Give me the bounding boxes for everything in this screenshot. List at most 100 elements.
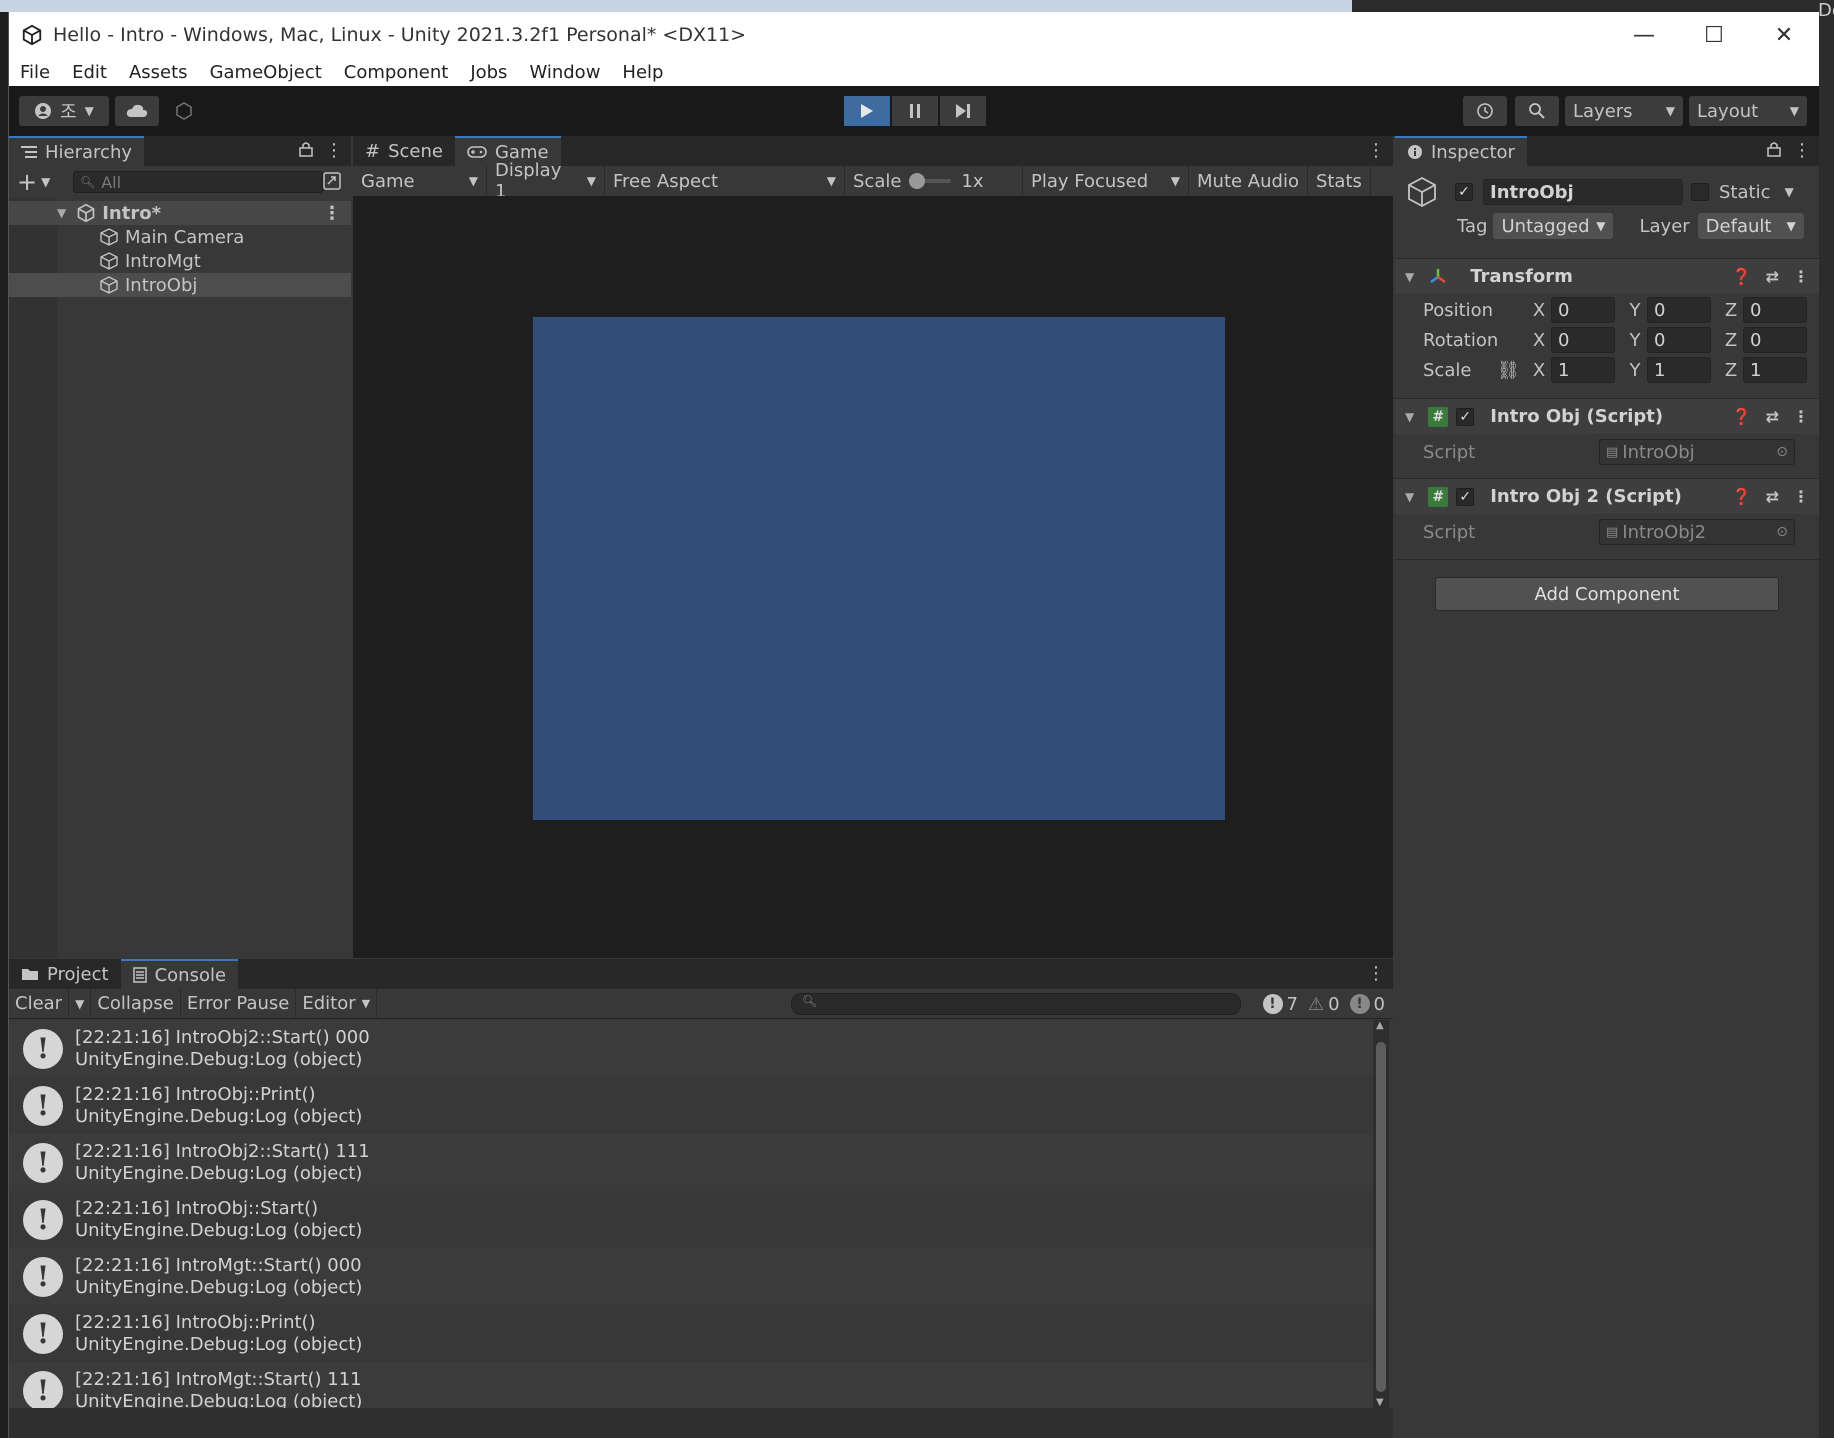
console-search-input[interactable]: 🔍︎	[791, 993, 1241, 1015]
tree-row-intromgt[interactable]: IntroMgt	[9, 249, 351, 273]
tree-row-main-camera[interactable]: Main Camera	[9, 225, 351, 249]
component-enabled-checkbox[interactable]: ✓	[1456, 487, 1475, 506]
component-enabled-checkbox[interactable]: ✓	[1456, 407, 1475, 426]
collab-button[interactable]	[167, 96, 201, 126]
rotation-y-field[interactable]: 0	[1647, 327, 1711, 353]
aspect-dropdown[interactable]: Free Aspect ▼	[605, 166, 845, 196]
game-mode-dropdown[interactable]: Game ▼	[353, 166, 487, 196]
object-picker-icon[interactable]: ⊙	[1776, 444, 1788, 460]
add-object-button[interactable]: +	[17, 168, 37, 196]
search-button[interactable]	[1515, 96, 1559, 126]
layer-dropdown[interactable]: Default ▼	[1697, 213, 1804, 239]
console-scrollbar[interactable]: ▲ ▼	[1373, 1020, 1389, 1408]
maximize-button[interactable]: ☐	[1679, 12, 1749, 58]
tree-row-introobj[interactable]: IntroObj	[9, 273, 351, 297]
tab-inspector[interactable]: Inspector	[1395, 136, 1527, 166]
scale-slider-handle[interactable]	[909, 173, 926, 189]
stats-toggle[interactable]: Stats	[1308, 166, 1371, 196]
intro-obj-script-header[interactable]: ▼ # ✓ Intro Obj (Script) ❓ ⇄ ⋮	[1395, 398, 1819, 434]
layers-dropdown[interactable]: Layers ▼	[1565, 96, 1683, 126]
help-icon[interactable]: ❓	[1732, 487, 1752, 506]
kebab-menu-icon[interactable]: ⋮	[1367, 963, 1385, 984]
foldout-arrow-icon[interactable]: ▼	[1405, 490, 1414, 504]
presets-icon[interactable]: ⇄	[1766, 407, 1779, 426]
lock-icon[interactable]	[299, 141, 313, 157]
play-focused-dropdown[interactable]: Play Focused ▼	[1023, 166, 1189, 196]
layout-dropdown[interactable]: Layout ▼	[1689, 96, 1807, 126]
menu-file[interactable]: File	[9, 62, 61, 83]
log-entry[interactable]: ! [22:21:16] IntroMgt::Start() 000 UnityE…	[9, 1248, 1373, 1305]
kebab-menu-icon[interactable]: ⋮	[1793, 487, 1809, 506]
close-button[interactable]: ✕	[1749, 12, 1819, 58]
help-icon[interactable]: ❓	[1732, 267, 1752, 286]
pause-button[interactable]	[892, 96, 938, 126]
kebab-menu-icon[interactable]: ⋮	[1793, 140, 1811, 161]
log-entry[interactable]: ! [22:21:16] IntroObj2::Start() 000 Unity…	[9, 1020, 1373, 1077]
foldout-arrow-icon[interactable]: ▼	[1405, 270, 1414, 284]
scroll-down-icon[interactable]: ▼	[1376, 1397, 1384, 1408]
kebab-menu-icon[interactable]: ⋮	[1793, 407, 1809, 426]
menu-jobs[interactable]: Jobs	[459, 62, 518, 83]
rotation-x-field[interactable]: 0	[1551, 327, 1615, 353]
menu-help[interactable]: Help	[611, 62, 674, 83]
menu-gameobject[interactable]: GameObject	[199, 62, 333, 83]
account-dropdown[interactable]: 조 ▼	[19, 96, 109, 126]
rotation-z-field[interactable]: 0	[1743, 327, 1807, 353]
menu-window[interactable]: Window	[518, 62, 611, 83]
presets-icon[interactable]: ⇄	[1766, 267, 1779, 286]
tab-project[interactable]: Project	[9, 959, 121, 989]
add-component-button[interactable]: Add Component	[1435, 577, 1779, 611]
step-button[interactable]	[940, 96, 986, 126]
kebab-menu-icon[interactable]: ⋮	[323, 203, 341, 224]
foldout-arrow-icon[interactable]: ▼	[57, 206, 66, 220]
scale-x-field[interactable]: 1	[1551, 357, 1615, 383]
object-picker-icon[interactable]: ⊙	[1776, 524, 1788, 540]
minimize-button[interactable]: —	[1609, 12, 1679, 58]
tree-row-scene[interactable]: ▼ Intro* ⋮	[9, 201, 351, 225]
hierarchy-search-input[interactable]: 🔍︎ All	[73, 171, 323, 193]
chevron-down-icon[interactable]: ▼	[1784, 185, 1793, 199]
scrollbar-thumb[interactable]	[1376, 1042, 1386, 1392]
static-checkbox[interactable]	[1691, 183, 1709, 201]
scroll-up-icon[interactable]: ▲	[1376, 1020, 1384, 1031]
position-z-field[interactable]: 0	[1743, 297, 1807, 323]
kebab-menu-icon[interactable]: ⋮	[1367, 140, 1385, 161]
editor-dropdown[interactable]: Editor ▼	[296, 988, 378, 1019]
scale-slider[interactable]	[909, 173, 952, 189]
transform-header[interactable]: ▼ Transform ❓ ⇄ ⋮	[1395, 258, 1819, 294]
help-icon[interactable]: ❓	[1732, 407, 1752, 426]
presets-icon[interactable]: ⇄	[1766, 487, 1779, 506]
kebab-menu-icon[interactable]: ⋮	[1793, 267, 1809, 286]
kebab-menu-icon[interactable]: ⋮	[325, 140, 343, 161]
log-entry[interactable]: ! [22:21:16] IntroObj::Start() UnityEngin…	[9, 1191, 1373, 1248]
scale-z-field[interactable]: 1	[1743, 357, 1807, 383]
log-entry[interactable]: ! [22:21:16] IntroObj::Print() UnityEngin…	[9, 1077, 1373, 1134]
collapse-toggle[interactable]: Collapse	[91, 988, 181, 1019]
play-button[interactable]	[844, 96, 890, 126]
script-object-field[interactable]: ▤ IntroObj2 ⊙	[1599, 519, 1795, 545]
tab-hierarchy[interactable]: Hierarchy	[9, 136, 145, 166]
log-entry[interactable]: ! [22:21:16] IntroObj::Print() UnityEngin…	[9, 1305, 1373, 1362]
tab-scene[interactable]: # Scene	[353, 136, 455, 166]
foldout-arrow-icon[interactable]: ▼	[1405, 410, 1414, 424]
gameobject-cube-icon[interactable]	[1405, 175, 1439, 209]
scene-visibility-icon[interactable]	[323, 172, 341, 190]
clear-options-dropdown[interactable]: ▼	[69, 988, 92, 1019]
lock-icon[interactable]	[1767, 141, 1781, 157]
log-count-toggle[interactable]: ! 7	[1262, 994, 1298, 1015]
menu-edit[interactable]: Edit	[61, 62, 118, 83]
mute-audio-toggle[interactable]: Mute Audio	[1189, 166, 1308, 196]
link-icon[interactable]: ⛓	[1497, 360, 1527, 381]
log-entry[interactable]: ! [22:21:16] IntroObj2::Start() 111 Unity…	[9, 1134, 1373, 1191]
clear-button[interactable]: Clear	[9, 988, 70, 1019]
menu-component[interactable]: Component	[333, 62, 460, 83]
warning-count-toggle[interactable]: ⚠ 0	[1308, 994, 1340, 1015]
intro-obj2-script-header[interactable]: ▼ # ✓ Intro Obj 2 (Script) ❓ ⇄ ⋮	[1395, 478, 1819, 514]
tab-console[interactable]: Console	[120, 959, 239, 989]
menu-assets[interactable]: Assets	[118, 62, 199, 83]
object-name-field[interactable]: IntroObj	[1483, 179, 1683, 205]
log-entry[interactable]: ! [22:21:16] IntroMgt::Start() 111 UnityE…	[9, 1362, 1373, 1408]
tag-dropdown[interactable]: Untagged ▼	[1493, 213, 1614, 239]
scale-y-field[interactable]: 1	[1647, 357, 1711, 383]
error-pause-toggle[interactable]: Error Pause	[181, 988, 297, 1019]
